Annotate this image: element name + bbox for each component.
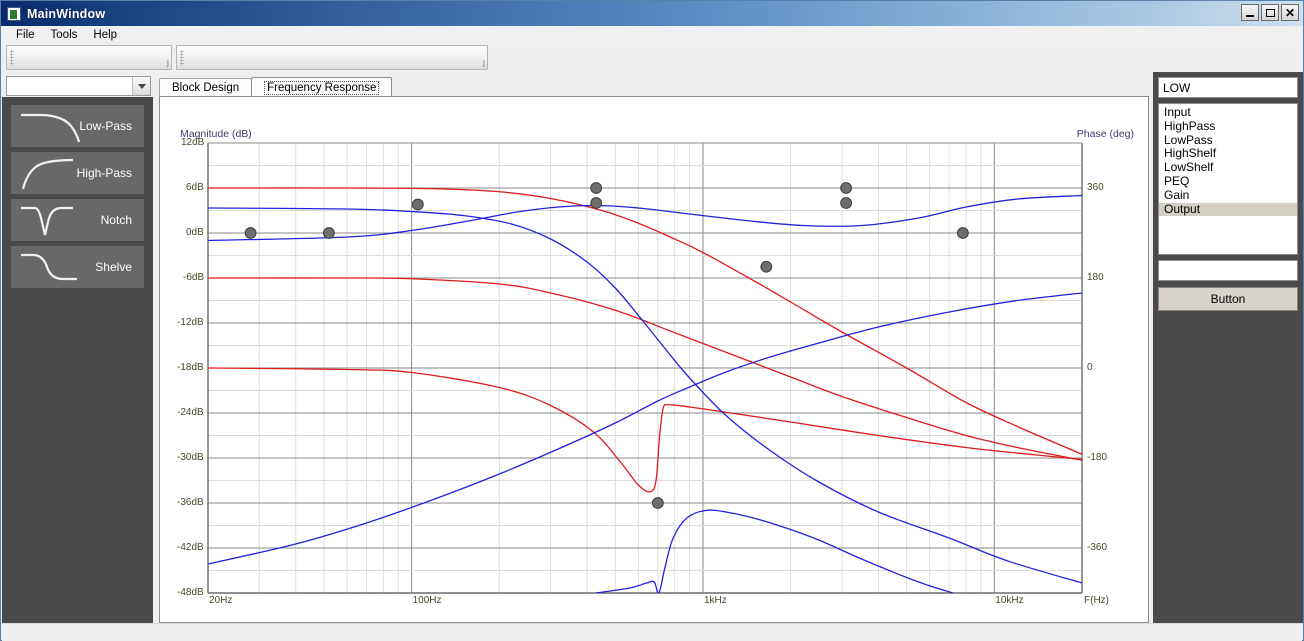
window-controls: ✕ [1241,4,1299,21]
y-axis-tick: -36dB [177,497,204,508]
sidebar-item-label: Notch [100,213,132,227]
properties-panel: LOW Input HighPass LowPass HighShelf LowShel… [1153,72,1303,623]
list-item[interactable]: Output [1159,202,1297,217]
list-item[interactable]: PEQ [1159,174,1297,189]
tab-frequency-response[interactable]: Frequency Response [251,77,393,97]
y2-axis-tick: 0 [1087,362,1093,373]
list-item[interactable]: LowPass [1159,133,1297,148]
sidebar-item-notch[interactable]: Notch [11,199,144,241]
menu-bar: File Tools Help [2,26,1302,44]
window-title: MainWindow [27,6,106,21]
x-axis-tick: 20Hz [209,595,233,606]
top-combobox[interactable] [6,76,151,96]
toolbar-grip-icon[interactable] [180,49,184,66]
y-axis-tick: -48dB [177,587,204,598]
x-axis-title: F(Hz) [1084,595,1109,606]
y-axis-tick: -24dB [177,407,204,418]
tab-label: Frequency Response [264,80,380,95]
toolbar-overflow-icon[interactable]: ⌋ [482,60,485,68]
handle-2[interactable] [322,227,335,239]
menu-item-file[interactable]: File [8,28,43,42]
top-combobox-value[interactable] [7,77,132,95]
handle-8[interactable] [840,182,853,194]
toolbar-secondary[interactable]: ⌋ [176,45,488,70]
y2-axis-tick: -360 [1087,542,1108,553]
handle-4[interactable] [590,182,603,194]
x-axis-tick: 100Hz [412,595,442,606]
y2-axis-tick: 360 [1087,182,1104,193]
y-axis-tick: -12dB [177,317,204,328]
close-icon: ✕ [1284,5,1296,20]
tab-strip: Block Design Frequency Response [159,77,1149,97]
handle-3[interactable] [411,198,424,211]
toolbar-primary[interactable]: ⌋ [6,45,172,70]
y-axis-tick: 12dB [181,137,205,148]
toolbar-container: ⌋ ⌋ [2,44,1302,72]
block-list[interactable]: Input HighPass LowPass HighShelf LowShelf PEQ… [1158,103,1298,255]
x-axis-tick: 1kHz [703,595,727,606]
frequency-response-panel: Magnitude (dB) Phase (deg) 12dB 6dB 0dB -6d… [159,96,1149,623]
filter-palette-sidebar: Low-Pass High-Pass Notch Shelve [2,97,153,623]
y-axis-tick: -18dB [177,362,204,373]
y-axis-tick: -42dB [177,542,204,553]
menu-item-help[interactable]: Help [85,28,125,42]
maximize-button[interactable] [1261,4,1279,21]
menu-item-tools[interactable]: Tools [43,28,86,42]
frequency-response-plot[interactable] [160,97,1150,624]
sidebar-item-label: Shelve [95,260,132,274]
toolbar-grip-icon[interactable] [10,49,14,66]
sidebar-item-low-pass[interactable]: Low-Pass [11,105,144,147]
status-bar [2,623,1302,641]
y-axis-tick: 0dB [186,227,204,238]
handle-5[interactable] [590,197,603,209]
y2-axis-tick: -180 [1087,452,1108,463]
title-bar: MainWindow ✕ [1,1,1303,26]
shelve-curve-icon [21,253,77,281]
list-item[interactable]: Input [1159,105,1297,120]
y-axis-tick: -30dB [177,452,204,463]
chevron-down-icon[interactable] [132,77,150,95]
toolbar-overflow-icon[interactable]: ⌋ [166,60,169,68]
close-button[interactable]: ✕ [1281,4,1299,21]
tab-block-design[interactable]: Block Design [159,78,253,97]
y2-axis-title: Phase (deg) [1076,128,1134,140]
sidebar-item-label: High-Pass [76,166,132,180]
list-item[interactable]: HighShelf [1159,147,1297,161]
list-item[interactable]: LowShelf [1159,160,1297,175]
block-name-field[interactable]: LOW [1158,77,1298,98]
y2-axis-tick: 180 [1087,272,1104,283]
app-icon [7,6,21,21]
x-axis-tick: 10kHz [995,595,1024,606]
notch-curve-icon [21,206,73,236]
block-value-field[interactable] [1158,260,1298,281]
list-item[interactable]: Gain [1159,188,1297,203]
minimize-icon [1246,14,1254,17]
handle-6[interactable] [651,497,664,509]
action-button[interactable]: Button [1158,287,1298,311]
y-axis-tick: -6dB [183,272,205,283]
list-item[interactable]: HighPass [1159,119,1297,134]
sidebar-item-label: Low-Pass [79,119,132,133]
minimize-button[interactable] [1241,4,1259,21]
y-axis-tick: 6dB [186,182,204,193]
sidebar-item-high-pass[interactable]: High-Pass [11,152,144,194]
handle-9[interactable] [840,197,853,209]
main-window: MainWindow ✕ File Tools Help ⌋ ⌋ Low-Pas… [0,0,1304,641]
tab-label: Block Design [172,82,240,94]
sidebar-item-shelve[interactable]: Shelve [11,246,144,288]
handle-7[interactable] [760,260,773,273]
handle-1[interactable] [244,227,257,239]
handle-10[interactable] [956,227,969,239]
maximize-icon [1265,8,1275,17]
